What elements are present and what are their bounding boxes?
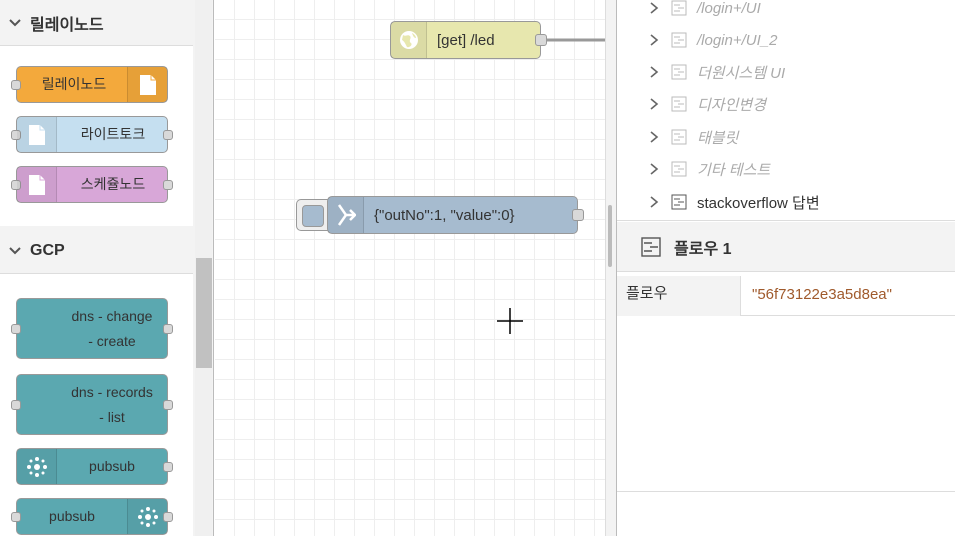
info-footer [617,491,955,536]
flow-tree-item[interactable]: 더원시스템 UI [617,56,955,88]
property-key: 플로우 [617,276,741,316]
flow-icon [671,194,687,210]
flow-tree-label: 디자인변경 [697,96,767,114]
chevron-down-icon [9,18,21,26]
flow-tree-item[interactable]: 기타 테스트 [617,153,955,185]
flow-icon [641,236,661,257]
chevron-right-icon[interactable] [649,98,659,110]
flow-tree-item[interactable]: /login+/UI_2 [617,24,955,56]
palette-category-body: dns - change - create dns - records - li… [0,274,193,536]
flow-icon [671,0,687,16]
input-port [11,323,21,334]
output-port [163,179,173,190]
output-port[interactable] [572,209,584,221]
palette-node-pubsub-in[interactable]: pubsub [16,448,173,485]
flow-icon [671,96,687,112]
file-icon [17,117,57,152]
flow-icon [671,64,687,80]
palette-category-title: 릴레이노드 [30,16,104,34]
chevron-down-icon [9,246,21,254]
flow-node-label: {"outNo":1, "value":0} [374,206,515,224]
palette-node-dns-records-list[interactable]: dns - records - list [11,374,173,435]
inject-button-square [302,205,324,227]
palette-category-title: GCP [30,241,65,259]
input-port [11,511,21,522]
palette-category-header-gcp[interactable]: GCP [0,228,193,274]
chevron-right-icon[interactable] [649,196,659,208]
flow-tree-item[interactable]: 태블릿 [617,121,955,153]
palette-node-pubsub-out[interactable]: pubsub [11,498,173,535]
palette-node-label: pubsub [89,458,135,474]
sidebar-splitter-handle[interactable] [608,205,612,267]
pubsub-icon [17,449,57,484]
output-port [163,461,173,472]
file-icon [17,167,57,202]
chevron-right-icon[interactable] [649,163,659,175]
palette-node-schedule[interactable]: 스케쥴노드 [11,166,173,203]
flow-node-inject[interactable]: {"outNo":1, "value":0} [327,196,584,234]
chevron-right-icon[interactable] [649,66,659,78]
output-port [163,399,173,410]
output-port[interactable] [535,34,547,46]
flow-tree-item[interactable]: /login+/UI [617,0,955,24]
wire[interactable] [545,36,605,46]
chevron-right-icon[interactable] [649,2,659,14]
palette-node-label: pubsub [49,508,95,524]
crosshair-cursor-icon [497,308,523,334]
palette-scrollbar-thumb[interactable] [196,258,212,368]
flow-tree-label: stackoverflow 답변 [697,194,820,212]
workspace-canvas[interactable]: [get] /led {"outNo":1, "value":0} [215,0,605,536]
input-port [11,79,21,90]
palette-node-label: 스케쥴노드 [80,176,146,192]
palette-node-label: dns - records - list [71,383,153,425]
pubsub-icon [127,499,167,534]
output-port [163,323,173,334]
info-sidebar: /login+/UI /login+/UI_2 더원시스템 UI 디자인변경 태… [616,0,955,536]
palette-node-lighttalk[interactable]: 라이트토크 [11,116,173,153]
palette-category-header-relay[interactable]: 릴레이노드 [0,0,193,46]
palette-node-label: dns - change - create [71,307,153,349]
output-port [163,511,173,522]
chevron-right-icon[interactable] [649,131,659,143]
flow-node-label: [get] /led [437,31,495,49]
workspace-scrollbar[interactable] [605,0,616,536]
palette-node-dns-change-create[interactable]: dns - change - create [11,298,173,359]
property-row: 플로우 "56f73122e3a5d8ea" [617,276,955,316]
tree-divider [617,213,955,221]
flow-tree-label: /login+/UI_2 [697,31,778,49]
palette-node-relay[interactable]: 릴레이노드 [11,66,168,103]
chevron-right-icon[interactable] [649,34,659,46]
palette: 릴레이노드 릴레이노드 라이트토크 스케쥴노드 GCP dns - change… [0,0,214,536]
flow-tree-label: /login+/UI [697,0,761,17]
file-icon [127,67,167,102]
input-port [11,399,21,410]
palette-node-label: 라이트토크 [80,126,146,142]
flow-icon [671,32,687,48]
info-title: 플로우 1 [674,240,732,258]
property-value[interactable]: "56f73122e3a5d8ea" [752,286,892,303]
flow-node-http-in[interactable]: [get] /led [390,21,547,59]
info-header: 플로우 1 [617,222,955,272]
flow-tree-label: 더원시스템 UI [697,64,786,82]
flow-tree-item[interactable]: 디자인변경 [617,88,955,120]
output-port [163,129,173,140]
palette-category-body: 릴레이노드 라이트토크 스케쥴노드 [0,46,193,226]
palette-node-label: 릴레이노드 [41,76,107,92]
flow-tree-label: 기타 테스트 [697,161,771,179]
globe-icon [391,22,427,58]
flow-icon [671,161,687,177]
flow-icon [671,129,687,145]
inject-icon [328,197,364,233]
flow-tree-label: 태블릿 [697,129,739,147]
